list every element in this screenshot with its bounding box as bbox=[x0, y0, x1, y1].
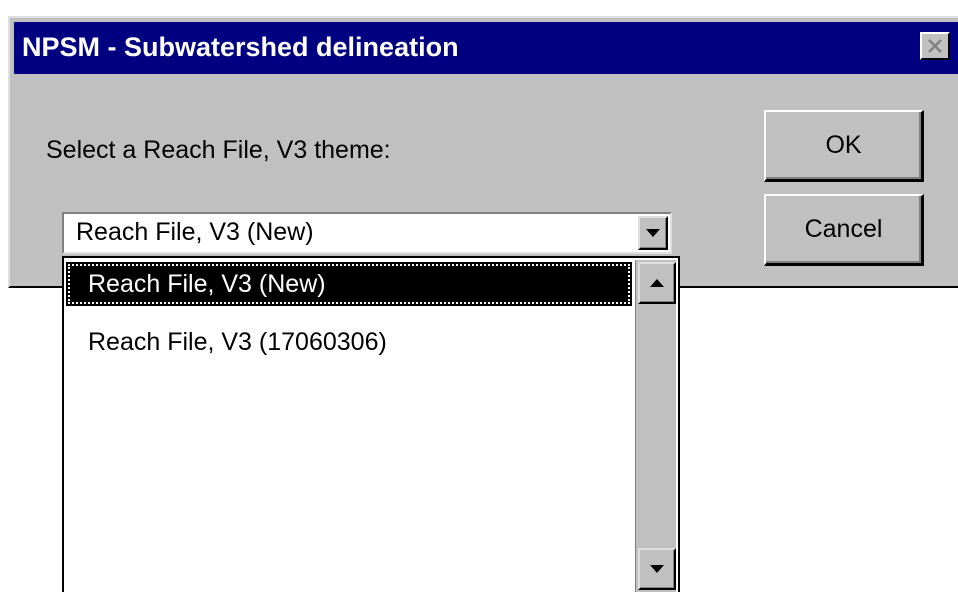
window-title: NPSM - Subwatershed delineation bbox=[22, 32, 459, 62]
scroll-up-button[interactable] bbox=[638, 262, 676, 304]
ok-button[interactable]: OK bbox=[764, 110, 924, 182]
cancel-button-label: Cancel bbox=[804, 215, 883, 243]
combobox-dropdown-button[interactable] bbox=[638, 216, 668, 250]
list-item[interactable]: Reach File, V3 (17060306) bbox=[66, 320, 632, 364]
chevron-up-icon bbox=[650, 279, 664, 287]
chevron-down-icon bbox=[650, 565, 664, 573]
close-x-icon bbox=[928, 39, 942, 53]
ok-button-label: OK bbox=[825, 131, 862, 159]
prompt-label: Select a Reach File, V3 theme: bbox=[46, 136, 391, 164]
list-item-label: Reach File, V3 (New) bbox=[88, 270, 326, 298]
close-button[interactable] bbox=[920, 32, 950, 60]
list-item[interactable]: Reach File, V3 (New) bbox=[66, 262, 632, 306]
list-item-label: Reach File, V3 (17060306) bbox=[88, 328, 387, 356]
chevron-down-icon bbox=[646, 229, 660, 237]
title-bar[interactable]: NPSM - Subwatershed delineation bbox=[14, 22, 958, 74]
combobox-value: Reach File, V3 (New) bbox=[76, 218, 314, 246]
scroll-down-button[interactable] bbox=[638, 548, 676, 590]
list-scrollbar[interactable] bbox=[635, 260, 676, 592]
theme-combobox[interactable]: Reach File, V3 (New) bbox=[62, 212, 672, 254]
cancel-button[interactable]: Cancel bbox=[764, 194, 924, 266]
theme-dropdown-list[interactable]: Reach File, V3 (New) Reach File, V3 (170… bbox=[62, 256, 680, 592]
